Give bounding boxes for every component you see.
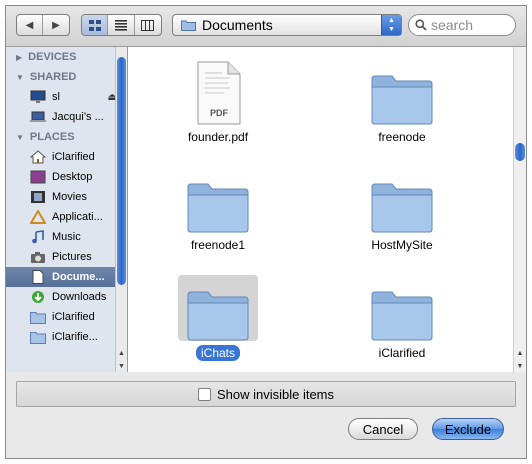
sidebar-item-pictures[interactable]: Pictures <box>6 247 127 267</box>
folder-icon <box>30 310 46 324</box>
file-name: HostMySite <box>371 238 433 252</box>
home-icon <box>30 150 46 164</box>
disclosure-collapsed-icon: ▶ <box>16 52 23 62</box>
view-mode-control <box>81 14 162 36</box>
applications-icon <box>30 210 46 224</box>
content-scrollbar[interactable]: ▲ ▼ <box>513 47 526 373</box>
sidebar-item-documents[interactable]: Docume... <box>6 267 127 287</box>
file-item-ichats[interactable]: iChats <box>158 275 278 361</box>
cancel-button[interactable]: Cancel <box>348 418 418 440</box>
download-icon <box>30 290 46 304</box>
icon-view-button[interactable] <box>82 15 109 35</box>
column-view-icon <box>141 19 155 31</box>
list-view-button[interactable] <box>108 15 135 35</box>
show-invisible-label[interactable]: Show invisible items <box>217 387 334 402</box>
folder-icon <box>371 183 433 233</box>
search-input[interactable] <box>431 17 511 33</box>
disclosure-expanded-icon: ▼ <box>16 72 24 82</box>
options-bar: Show invisible items <box>16 381 516 407</box>
forward-arrow-icon: ▶ <box>52 19 60 31</box>
desktop-icon <box>30 170 46 184</box>
back-forward-control: ◀ ▶ <box>16 14 70 36</box>
file-item-founder-pdf[interactable]: PDF founder.pdf <box>158 59 278 145</box>
sidebar-item-iclarified-folder[interactable]: iClarified <box>6 307 127 327</box>
music-note-icon <box>30 230 46 244</box>
pdf-document-icon: PDF <box>197 61 241 125</box>
file-name: iChats <box>195 345 240 361</box>
sidebar-section-devices[interactable]: ▶ DEVICES <box>6 47 127 67</box>
laptop-icon <box>30 110 46 124</box>
disclosure-expanded-icon: ▼ <box>16 132 24 142</box>
file-browser: PDF founder.pdf freenode freenode1 HostM… <box>128 46 526 373</box>
svg-text:PDF: PDF <box>210 108 229 118</box>
folder-icon <box>371 75 433 125</box>
sidebar-item-desktop[interactable]: Desktop <box>6 167 127 187</box>
file-name: freenode1 <box>190 238 246 252</box>
sidebar-item-downloads[interactable]: Downloads <box>6 287 127 307</box>
file-name: iClarified <box>378 346 426 360</box>
display-icon <box>30 90 46 104</box>
sidebar-item-movies[interactable]: Movies <box>6 187 127 207</box>
popup-arrows-icon: ▲ ▼ <box>381 15 401 35</box>
scroll-arrows-icon[interactable]: ▲ ▼ <box>514 347 526 373</box>
sidebar-item-applications[interactable]: Applicati... <box>6 207 127 227</box>
search-icon <box>415 19 427 31</box>
file-item-freenode1[interactable]: freenode1 <box>158 167 278 253</box>
back-button[interactable]: ◀ <box>17 15 44 35</box>
file-item-iclarified[interactable]: iClarified <box>342 275 462 361</box>
open-dialog-window: ◀ ▶ Documents ▲ ▼ search ▶ DEVICES ▼ SHA… <box>5 5 527 459</box>
forward-button[interactable]: ▶ <box>43 15 69 35</box>
sidebar-item-sl[interactable]: sl ⏏ <box>6 87 127 107</box>
sidebar-item-iclarifie[interactable]: iClarifie... <box>6 327 127 347</box>
sidebar-section-shared[interactable]: ▼ SHARED <box>6 67 127 87</box>
sidebar: ▶ DEVICES ▼ SHARED sl ⏏ Jacqui’s ... ▼ PLAC… <box>6 46 128 372</box>
sidebar-item-jacquis[interactable]: Jacqui’s ... <box>6 107 127 127</box>
location-label: Documents <box>202 17 273 33</box>
sidebar-item-iclarified-home[interactable]: iClarified <box>6 147 127 167</box>
column-view-button[interactable] <box>135 15 161 35</box>
sidebar-section-places[interactable]: ▼ PLACES <box>6 127 127 147</box>
sidebar-scrollbar[interactable]: ▲ ▼ <box>115 47 127 372</box>
file-item-hostmysite[interactable]: HostMySite <box>342 167 462 253</box>
folder-icon <box>181 20 196 31</box>
icon-view-icon <box>88 19 101 31</box>
file-name: freenode <box>378 130 426 144</box>
list-view-icon <box>115 19 128 31</box>
scroll-arrows-icon[interactable]: ▲ ▼ <box>116 347 127 372</box>
film-icon <box>30 190 46 204</box>
content-scroll-thumb[interactable] <box>515 143 525 161</box>
folder-icon <box>30 330 46 344</box>
document-icon <box>30 270 46 284</box>
folder-icon <box>187 183 249 233</box>
exclude-button[interactable]: Exclude <box>432 418 504 440</box>
file-item-freenode[interactable]: freenode <box>342 59 462 145</box>
back-arrow-icon: ◀ <box>25 19 34 31</box>
folder-icon <box>187 291 249 341</box>
show-invisible-checkbox[interactable] <box>197 387 211 401</box>
sidebar-item-music[interactable]: Music <box>6 227 127 247</box>
file-name: founder.pdf <box>187 130 249 144</box>
camera-icon <box>30 250 46 264</box>
sidebar-scroll-thumb[interactable] <box>117 57 126 285</box>
search-field <box>408 14 516 36</box>
location-popup[interactable]: Documents ▲ ▼ <box>172 14 402 36</box>
folder-icon <box>371 291 433 341</box>
toolbar: ◀ ▶ Documents ▲ ▼ search <box>6 6 526 46</box>
